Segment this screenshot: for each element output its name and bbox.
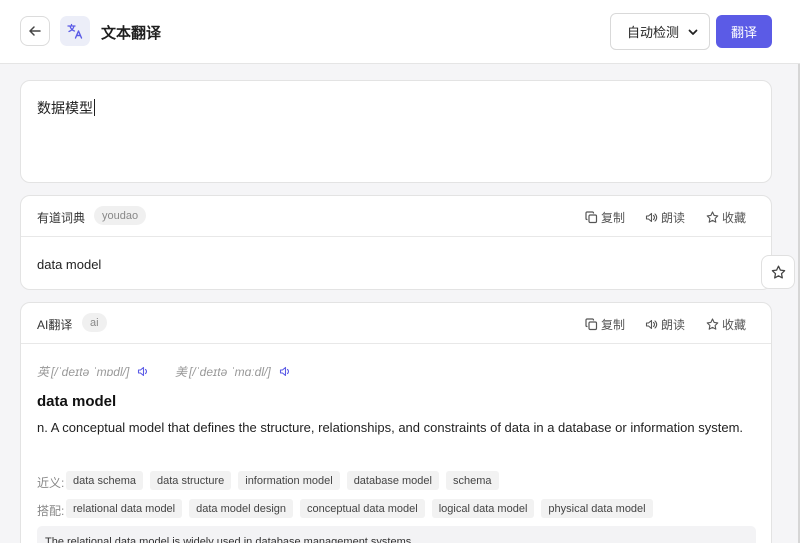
copy-button[interactable]: 复制 bbox=[585, 316, 625, 333]
copy-label: 复制 bbox=[601, 211, 626, 225]
synonym-chip[interactable]: database model bbox=[346, 471, 439, 490]
synonyms-label: 近义: bbox=[37, 476, 65, 490]
youdao-result-card: 有道词典 youdao 复制 朗读 收藏 data model bbox=[20, 195, 772, 290]
example-sentence: The relational data model is widely used… bbox=[37, 526, 756, 543]
dictionary-result: data model bbox=[37, 257, 102, 272]
card-title: 有道词典 bbox=[37, 211, 86, 225]
phonetic-uk-label: 英 bbox=[37, 365, 50, 379]
headword: data model bbox=[37, 393, 117, 410]
language-select[interactable]: 自动检测 bbox=[610, 13, 710, 50]
definition: n. A conceptual model that defines the s… bbox=[37, 420, 744, 435]
star-icon bbox=[771, 265, 785, 279]
card-header: 有道词典 youdao 复制 朗读 收藏 bbox=[21, 196, 771, 237]
read-aloud-button[interactable]: 朗读 bbox=[645, 209, 685, 226]
language-select-value: 自动检测 bbox=[627, 25, 680, 40]
card-title: AI翻译 bbox=[37, 318, 73, 332]
chevron-down-icon bbox=[688, 29, 698, 35]
source-text-value: 数据模型 bbox=[37, 99, 95, 116]
card-header: AI翻译 ai 复制 朗读 收藏 bbox=[21, 303, 771, 344]
synonym-chip[interactable]: data structure bbox=[149, 471, 232, 490]
speaker-icon[interactable] bbox=[279, 365, 292, 378]
synonyms-list: data schema data structure information m… bbox=[66, 471, 499, 490]
phonetic-us-label: 美 bbox=[175, 365, 188, 379]
collocations-label: 搭配: bbox=[37, 504, 65, 518]
source-text-input[interactable]: 数据模型 bbox=[20, 80, 772, 183]
collocation-chip[interactable]: physical data model bbox=[541, 499, 653, 518]
phonetic-uk: 英 [/ˈdeɪtə ˈmɒdl/] bbox=[37, 363, 150, 380]
ai-result-card: AI翻译 ai 复制 朗读 收藏 英 [/ˈdeɪtə ˈmɒdl/] 美 [/… bbox=[20, 302, 772, 543]
phonetic-us-text: [/ˈdeɪtə ˈmɑːdl/] bbox=[189, 364, 271, 379]
copy-icon bbox=[585, 318, 598, 331]
text-caret bbox=[94, 99, 95, 116]
header: 文本翻译 自动检测 翻译 bbox=[0, 0, 800, 64]
synonym-chip[interactable]: information model bbox=[238, 471, 340, 490]
read-aloud-button[interactable]: 朗读 bbox=[645, 316, 685, 333]
source-badge: ai bbox=[82, 313, 107, 332]
speaker-icon[interactable] bbox=[137, 365, 150, 378]
collocation-chip[interactable]: data model design bbox=[189, 499, 294, 518]
copy-label: 复制 bbox=[601, 318, 626, 332]
copy-icon bbox=[585, 211, 598, 224]
back-button[interactable] bbox=[20, 16, 50, 46]
translate-button[interactable]: 翻译 bbox=[716, 15, 772, 48]
collocation-chip[interactable]: relational data model bbox=[66, 499, 183, 518]
floating-favorite-button[interactable] bbox=[761, 255, 795, 289]
source-badge: youdao bbox=[94, 206, 147, 225]
collocation-chip[interactable]: conceptual data model bbox=[300, 499, 425, 518]
favorite-label: 收藏 bbox=[722, 318, 747, 332]
read-label: 朗读 bbox=[661, 318, 686, 332]
favorite-label: 收藏 bbox=[722, 211, 747, 225]
star-icon bbox=[706, 318, 719, 330]
page-title: 文本翻译 bbox=[101, 25, 162, 42]
speaker-icon bbox=[645, 319, 658, 330]
phonetic-uk-text: [/ˈdeɪtə ˈmɒdl/] bbox=[51, 364, 130, 379]
speaker-icon bbox=[645, 212, 658, 223]
arrow-left-icon bbox=[29, 26, 41, 36]
favorite-button[interactable]: 收藏 bbox=[706, 209, 746, 226]
collocations-list: relational data model data model design … bbox=[66, 499, 653, 518]
read-label: 朗读 bbox=[661, 211, 686, 225]
copy-button[interactable]: 复制 bbox=[585, 209, 625, 226]
star-icon bbox=[706, 211, 719, 223]
synonym-chip[interactable]: data schema bbox=[66, 471, 143, 490]
phonetic-us: 美 [/ˈdeɪtə ˈmɑːdl/] bbox=[175, 363, 292, 380]
favorite-button[interactable]: 收藏 bbox=[706, 316, 746, 333]
collocation-chip[interactable]: logical data model bbox=[431, 499, 535, 518]
synonym-chip[interactable]: schema bbox=[445, 471, 499, 490]
translate-icon bbox=[60, 16, 90, 46]
